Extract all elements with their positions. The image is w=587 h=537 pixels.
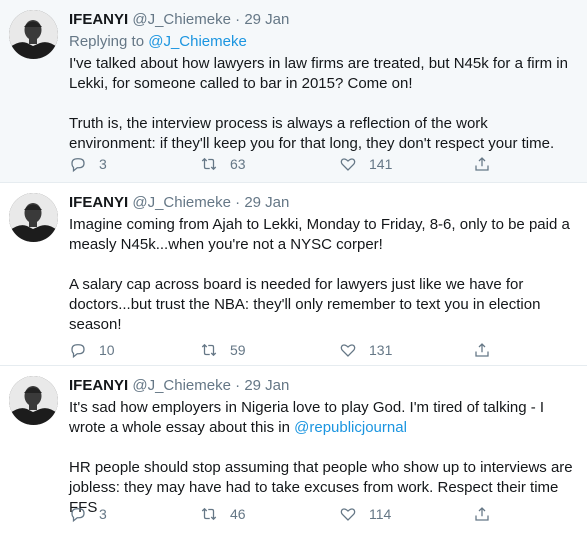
author-handle[interactable]: @J_Chiemeke <box>132 11 231 28</box>
avatar[interactable] <box>9 10 58 59</box>
like-button[interactable]: 141 <box>339 155 392 173</box>
separator-dot: · <box>235 194 241 211</box>
retweet-icon <box>201 343 217 357</box>
share-button[interactable] <box>473 505 491 523</box>
avatar[interactable] <box>9 193 58 242</box>
like-button[interactable]: 114 <box>339 505 391 523</box>
retweet-count: 59 <box>230 342 246 358</box>
author-handle[interactable]: @J_Chiemeke <box>132 377 231 394</box>
reply-handle-link[interactable]: @J_Chiemeke <box>148 33 247 50</box>
tweet-header: IFEANYI @J_Chiemeke · 29 Jan <box>69 193 577 213</box>
tweet-text: I've talked about how lawyers in law fir… <box>69 54 577 154</box>
separator-dot: · <box>235 11 241 28</box>
retweet-button[interactable]: 46 <box>200 505 246 523</box>
tweet-paragraph: Imagine coming from Ajah to Lekki, Monda… <box>69 216 570 253</box>
tweet-actions: 10 59 131 <box>69 341 577 361</box>
tweet-paragraph: I've talked about how lawyers in law fir… <box>69 55 568 92</box>
reply-button[interactable]: 3 <box>69 505 107 523</box>
heart-icon <box>340 344 356 357</box>
tweet[interactable]: IFEANYI @J_Chiemeke · 29 Jan Replying to… <box>0 0 587 183</box>
tweet-date[interactable]: 29 Jan <box>244 377 289 394</box>
retweet-button[interactable]: 59 <box>200 341 246 359</box>
reply-icon <box>71 158 85 173</box>
retweet-icon <box>201 507 217 521</box>
tweet-actions: 3 63 141 <box>69 155 577 175</box>
reply-prefix: Replying to <box>69 33 149 50</box>
share-icon <box>475 507 489 521</box>
avatar[interactable] <box>9 376 58 425</box>
reply-count: 10 <box>99 342 115 358</box>
share-icon <box>475 157 489 171</box>
retweet-count: 46 <box>230 506 246 522</box>
retweet-icon <box>201 157 217 171</box>
tweet-header: IFEANYI @J_Chiemeke · 29 Jan <box>69 10 577 30</box>
reply-icon <box>71 344 85 359</box>
tweet-paragraph: A salary cap across board is needed for … <box>69 276 541 333</box>
tweet-actions: 3 46 114 <box>69 505 577 525</box>
heart-icon <box>340 508 356 521</box>
like-button[interactable]: 131 <box>339 341 392 359</box>
retweet-count: 63 <box>230 156 246 172</box>
reply-button[interactable]: 3 <box>69 155 107 173</box>
like-count: 131 <box>369 342 393 358</box>
tweet-paragraph: Truth is, the interview process is alway… <box>69 115 555 152</box>
replying-to: Replying to @J_Chiemeke <box>69 32 577 52</box>
reply-count: 3 <box>99 156 107 172</box>
author-name[interactable]: IFEANYI <box>69 194 128 211</box>
tweet-paragraph: It's sad how employers in Nigeria love t… <box>69 398 577 438</box>
reply-count: 3 <box>99 506 107 522</box>
tweet-text: Imagine coming from Ajah to Lekki, Monda… <box>69 215 577 335</box>
share-button[interactable] <box>473 341 491 359</box>
tweet-text: It's sad how employers in Nigeria love t… <box>69 398 577 518</box>
tweet-date[interactable]: 29 Jan <box>244 11 289 28</box>
tweet-content: IFEANYI @J_Chiemeke · 29 Jan Replying to… <box>69 10 577 154</box>
tweet-header: IFEANYI @J_Chiemeke · 29 Jan <box>69 376 577 396</box>
author-name[interactable]: IFEANYI <box>69 11 128 28</box>
reply-icon <box>71 508 85 523</box>
like-count: 141 <box>369 156 393 172</box>
mention-link[interactable]: @republicjournal <box>294 419 407 436</box>
retweet-button[interactable]: 63 <box>200 155 246 173</box>
author-handle[interactable]: @J_Chiemeke <box>132 194 231 211</box>
like-count: 114 <box>369 506 392 522</box>
heart-icon <box>340 158 356 171</box>
tweet[interactable]: IFEANYI @J_Chiemeke · 29 Jan Imagine com… <box>0 183 587 366</box>
tweet-date[interactable]: 29 Jan <box>244 194 289 211</box>
separator-dot: · <box>235 377 241 394</box>
share-button[interactable] <box>473 155 491 173</box>
share-icon <box>475 343 489 357</box>
reply-button[interactable]: 10 <box>69 341 115 359</box>
tweet-content: IFEANYI @J_Chiemeke · 29 Jan Imagine com… <box>69 193 577 335</box>
author-name[interactable]: IFEANYI <box>69 377 128 394</box>
tweet-content: IFEANYI @J_Chiemeke · 29 Jan It's sad ho… <box>69 376 577 518</box>
